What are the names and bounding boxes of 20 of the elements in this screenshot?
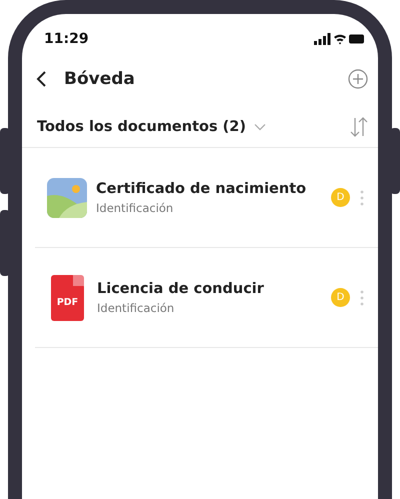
document-title: Certificado de nacimiento bbox=[96, 180, 308, 196]
more-icon[interactable] bbox=[360, 190, 364, 206]
document-item[interactable]: PDF Licencia de conducir Identificación D bbox=[35, 248, 378, 348]
chevron-down-icon bbox=[254, 123, 266, 131]
add-icon[interactable] bbox=[348, 69, 368, 89]
pdf-file-icon: PDF bbox=[51, 274, 84, 320]
filter-dropdown[interactable]: Todos los documentos (2) bbox=[37, 119, 266, 135]
document-title: Licencia de conducir bbox=[97, 280, 265, 296]
back-icon[interactable] bbox=[36, 70, 48, 88]
sort-icon[interactable] bbox=[350, 116, 368, 138]
image-file-icon bbox=[47, 178, 87, 218]
document-category: Identificación bbox=[97, 300, 176, 314]
status-time: 11:29 bbox=[44, 31, 89, 47]
more-icon[interactable] bbox=[360, 290, 364, 306]
page-title: Bóveda bbox=[64, 69, 136, 89]
status-icons bbox=[314, 33, 364, 45]
document-category: Identificación bbox=[96, 200, 174, 214]
owner-badge: D bbox=[331, 288, 350, 307]
document-item[interactable]: Certificado de nacimiento Identificación D bbox=[35, 148, 378, 248]
owner-badge: D bbox=[331, 188, 350, 207]
